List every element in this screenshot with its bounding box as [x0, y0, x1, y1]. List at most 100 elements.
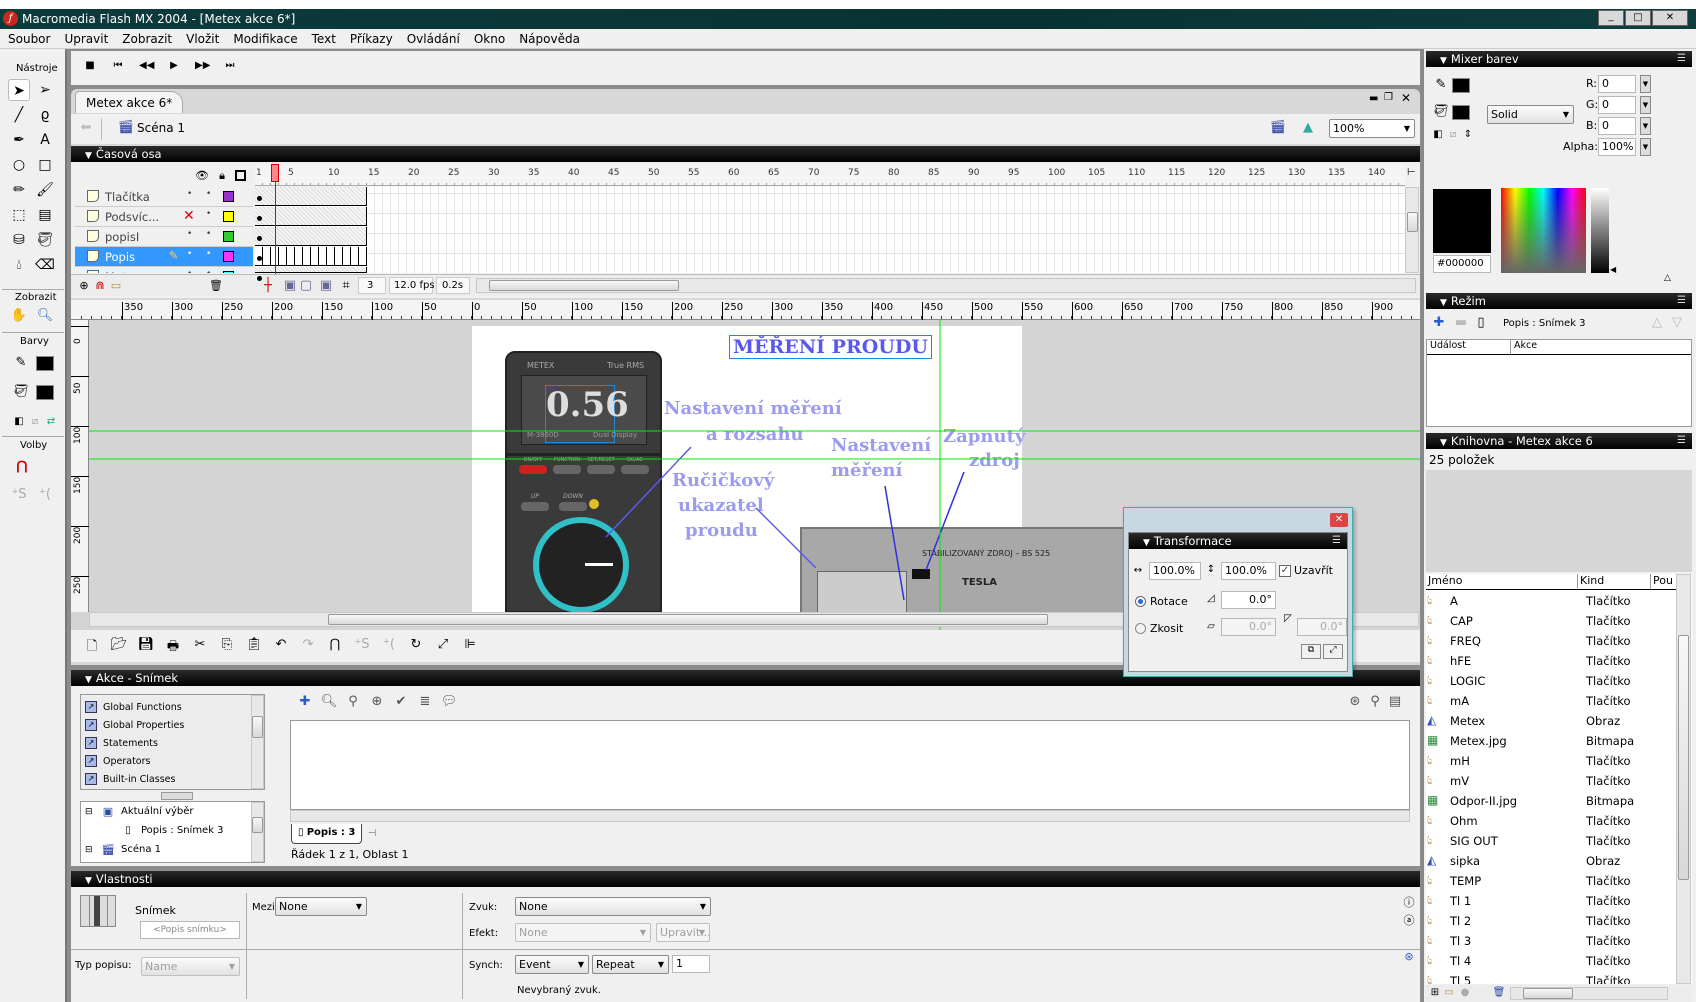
- keyframe[interactable]: [257, 196, 262, 201]
- menu-1[interactable]: Upravit: [64, 32, 108, 46]
- stroke-color-swatch[interactable]: [1452, 78, 1470, 93]
- eye-icon[interactable]: 👁︎: [193, 168, 211, 184]
- layer-row[interactable]: Tlačítka • •: [75, 187, 253, 207]
- action-category[interactable]: ↗ Global Functions: [85, 698, 184, 716]
- tree-scene[interactable]: Scéna 1: [121, 844, 161, 855]
- library-item[interactable]: 👆︎ mV Tlačítko: [1426, 771, 1674, 791]
- scene-name[interactable]: Scéna 1: [137, 121, 185, 135]
- library-item[interactable]: 👆︎ hFE Tlačítko: [1426, 651, 1674, 671]
- repeat-select[interactable]: Repeat: [592, 955, 669, 974]
- layer-row[interactable]: Metex • •: [75, 267, 253, 273]
- menu-4[interactable]: Modifikace: [233, 32, 297, 46]
- ink-bottle-tool-icon[interactable]: ⛁: [8, 229, 30, 251]
- layer-color-swatch[interactable]: [223, 251, 234, 262]
- lock-dot[interactable]: •: [206, 229, 211, 239]
- layer-frames[interactable]: [255, 247, 367, 266]
- close-button[interactable]: ✕: [1652, 10, 1688, 26]
- menu-0[interactable]: Soubor: [8, 32, 50, 46]
- transform-header[interactable]: ▼ Transformace ☰: [1129, 533, 1347, 549]
- action-category[interactable]: ↗ Operators: [85, 752, 184, 770]
- r-stepper[interactable]: ▼: [1640, 75, 1651, 93]
- library-item[interactable]: ◭ Metex Obraz: [1426, 711, 1674, 731]
- layer-name[interactable]: Metex: [105, 270, 140, 273]
- text-tool-icon[interactable]: A: [34, 129, 56, 151]
- b-input[interactable]: 0: [1598, 117, 1636, 135]
- snap-icon[interactable]: ⋂: [326, 637, 344, 659]
- menu-7[interactable]: Ovládání: [407, 32, 460, 46]
- replace-icon[interactable]: ⚲: [344, 694, 362, 709]
- lock-dot[interactable]: •: [206, 249, 211, 259]
- col-kind[interactable]: Kind: [1578, 574, 1651, 590]
- keyframe[interactable]: [257, 216, 262, 221]
- navigator-scroll[interactable]: [251, 802, 264, 862]
- library-item[interactable]: 👆︎ CAP Tlačítko: [1426, 611, 1674, 631]
- snap-magnet-icon[interactable]: ⋂: [13, 459, 31, 475]
- onion-outlines-icon[interactable]: ▢: [297, 278, 315, 294]
- transform-close-button[interactable]: ✕: [1330, 513, 1348, 527]
- tree-current-child[interactable]: Popis : Snímek 3: [141, 825, 224, 836]
- paste-icon[interactable]: 📋︎: [245, 637, 263, 659]
- hex-input[interactable]: #000000: [1433, 255, 1491, 273]
- fill-transform-tool-icon[interactable]: ▤: [34, 204, 56, 226]
- edit-actions-icon[interactable]: ⊛: [1400, 949, 1418, 965]
- target-path-icon[interactable]: ⊕: [368, 694, 386, 709]
- hand-icon[interactable]: ✋: [10, 308, 28, 324]
- add-behavior-icon[interactable]: ✚: [1430, 315, 1448, 331]
- panel-menu-icon[interactable]: ☰: [1677, 293, 1686, 309]
- script-hscroll[interactable]: [290, 810, 1410, 822]
- col-use[interactable]: Pou: [1651, 574, 1677, 590]
- rectangle-tool-icon[interactable]: □: [34, 154, 56, 176]
- eyedropper-tool-icon[interactable]: 💧︎: [8, 254, 30, 276]
- layer-frames[interactable]: [255, 207, 367, 226]
- lock-dot[interactable]: •: [206, 269, 211, 273]
- library-item[interactable]: 👆︎ TEMP Tlačítko: [1426, 871, 1674, 891]
- auto-format-icon[interactable]: ≣: [416, 694, 434, 709]
- help-icon[interactable]: ⓘ: [1400, 895, 1418, 911]
- arrow-tool-icon[interactable]: ➤: [8, 79, 30, 101]
- library-item[interactable]: 👆︎ SIG OUT Tlačítko: [1426, 831, 1674, 851]
- stroke-color-swatch[interactable]: [36, 356, 54, 371]
- library-item[interactable]: 👆︎ A Tlačítko: [1426, 591, 1674, 611]
- frame-label-input[interactable]: <Popis snímku>: [140, 921, 240, 939]
- toolbox-splitter[interactable]: [161, 792, 193, 800]
- action-category[interactable]: ↗ Built-in Classes: [85, 770, 184, 788]
- swap-colors-icon[interactable]: ⇄: [42, 414, 60, 430]
- layer-color-swatch[interactable]: [223, 231, 234, 242]
- alpha-input[interactable]: 100%: [1598, 138, 1636, 156]
- undo-icon[interactable]: ↶: [272, 637, 290, 659]
- cut-icon[interactable]: ✂: [191, 637, 209, 659]
- lock-dot[interactable]: •: [206, 189, 211, 199]
- library-item[interactable]: 👆︎ Tl 3 Tlačítko: [1426, 931, 1674, 951]
- layer-frames[interactable]: [255, 187, 367, 206]
- edit-symbols-icon[interactable]: ▲: [1299, 120, 1317, 136]
- behaviors-header[interactable]: ▼ Režim ☰: [1426, 293, 1692, 309]
- doc-minimize-button[interactable]: ▬: [1369, 93, 1378, 104]
- save-icon[interactable]: 💾︎: [137, 637, 155, 659]
- open-icon[interactable]: 📂︎: [110, 637, 128, 659]
- layer-name[interactable]: Podsvíc...: [105, 210, 159, 224]
- sync-select[interactable]: Event: [515, 955, 589, 974]
- library-item[interactable]: 👆︎ Tl 1 Tlačítko: [1426, 891, 1674, 911]
- layer-color-swatch[interactable]: [223, 211, 234, 222]
- keyframe[interactable]: [257, 256, 262, 261]
- brush-tool-icon[interactable]: 🖌︎: [34, 179, 56, 201]
- collapse-mixer-icon[interactable]: △: [1664, 273, 1671, 283]
- menu-9[interactable]: Nápověda: [519, 32, 580, 46]
- keyframe[interactable]: [257, 236, 262, 241]
- go-to-end-button[interactable]: ⏭: [223, 60, 237, 71]
- delete-layer-icon[interactable]: 🗑︎: [207, 278, 225, 294]
- rotate-icon[interactable]: ↻: [407, 637, 425, 659]
- collapse-scene[interactable]: ⊟: [85, 845, 93, 855]
- library-item[interactable]: ◭ sipka Obraz: [1426, 851, 1674, 871]
- script-editor[interactable]: [290, 720, 1410, 810]
- tree-current[interactable]: Aktuální výběr: [121, 806, 194, 817]
- delete-icon[interactable]: 🗑︎: [1490, 985, 1508, 1001]
- reference-icon[interactable]: ⊛: [1346, 694, 1364, 710]
- visible-dot[interactable]: •: [187, 249, 192, 259]
- keyframe[interactable]: [257, 276, 262, 281]
- swap-colors-icon[interactable]: ⇕: [1459, 127, 1477, 143]
- r-input[interactable]: 0: [1598, 75, 1636, 93]
- playhead[interactable]: [271, 164, 279, 182]
- library-item[interactable]: 👆︎ Ohm Tlačítko: [1426, 811, 1674, 831]
- action-category[interactable]: ↗ Global Properties: [85, 716, 184, 734]
